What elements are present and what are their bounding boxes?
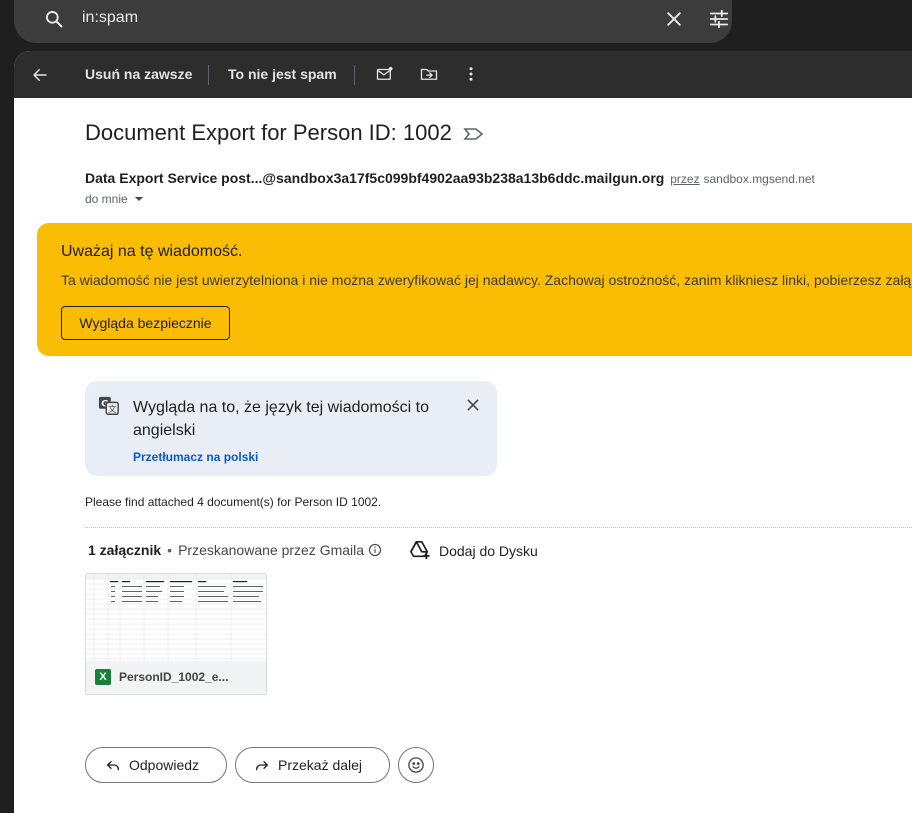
separator-dot: • [167,542,173,558]
forward-button[interactable]: Przekaż dalej [235,747,390,783]
warning-title: Uważaj na tę wiadomość. [61,243,243,260]
spam-warning-banner: Uważaj na tę wiadomość. Ta wiadomość nie… [37,223,912,356]
search-input[interactable]: in:spam [82,9,138,27]
add-to-drive-button[interactable]: Dodaj do Dysku [409,540,538,560]
add-to-drive-label: Dodaj do Dysku [439,543,538,559]
info-icon[interactable] [368,543,382,560]
not-spam-button[interactable]: To nie jest spam [228,66,337,82]
via-domain: sandbox.mgsend.net [703,172,815,186]
search-options-icon[interactable] [708,8,730,35]
recipient-details[interactable]: do mnie [85,192,144,207]
warning-text: Ta wiadomość nie jest uwierzytelniona i … [61,272,912,288]
emoji-reaction-button[interactable] [398,747,434,783]
reply-label: Odpowiedz [129,757,200,773]
importance-marker-icon[interactable] [463,127,485,146]
to-me-label: do mnie [85,192,128,206]
toolbar-divider [354,65,355,85]
toolbar-divider [208,65,209,85]
reply-icon [107,761,119,771]
chevron-down-icon[interactable] [134,193,144,207]
delete-forever-button[interactable]: Usuń na zawsze [85,66,192,82]
looks-safe-button[interactable]: Wygląda bezpiecznie [61,306,230,340]
more-options-icon[interactable] [462,65,480,88]
excel-file-icon: X [95,669,111,685]
close-icon[interactable] [465,397,481,418]
clear-search-icon[interactable] [664,9,684,34]
email-toolbar: Usuń na zawsze To nie jest spam [14,51,912,98]
move-to-icon[interactable] [420,65,438,88]
attachment-card[interactable]: X PersonID_1002_e... [85,573,267,695]
smiley-icon [408,757,424,773]
sender-line: Data Export Service post...@sandbox3a17f… [85,170,815,186]
drive-add-icon [410,541,430,560]
forward-icon [256,761,268,771]
email-panel: Usuń na zawsze To nie jest spam Document… [14,51,912,813]
back-arrow-icon[interactable] [31,66,49,89]
mark-unread-icon[interactable] [376,65,394,88]
forward-label: Przekaż dalej [278,757,363,773]
reply-button[interactable]: Odpowiedz [85,747,227,783]
attachment-file-name: PersonID_1002_e... [119,670,229,684]
scanned-by-gmail-label: Przeskanowane przez Gmaila [178,542,365,558]
via-label[interactable]: przez [670,172,699,186]
svg-text:文: 文 [108,404,116,414]
translate-message: Wygląda na to, że język tej wiadomości t… [133,399,429,439]
translate-icon: G文 [98,395,120,422]
search-bar[interactable]: in:spam [14,0,732,43]
search-icon[interactable] [44,9,64,34]
attachment-count: 1 załącznik [88,542,162,558]
email-body: Please find attached 4 document(s) for P… [85,495,382,509]
translate-link[interactable]: Przetłumacz na polski [133,450,258,464]
translate-prompt: G文 Wygląda na to, że język tej wiadomośc… [85,381,497,476]
email-subject: Document Export for Person ID: 1002 [85,120,452,145]
sender-name[interactable]: Data Export Service post...@sandbox3a17f… [85,170,664,186]
attachments-header: 1 załącznik • Przeskanowane przez Gmaila [88,542,382,560]
attachment-label-bar: X PersonID_1002_e... [86,661,266,694]
attachments-divider [85,527,912,528]
